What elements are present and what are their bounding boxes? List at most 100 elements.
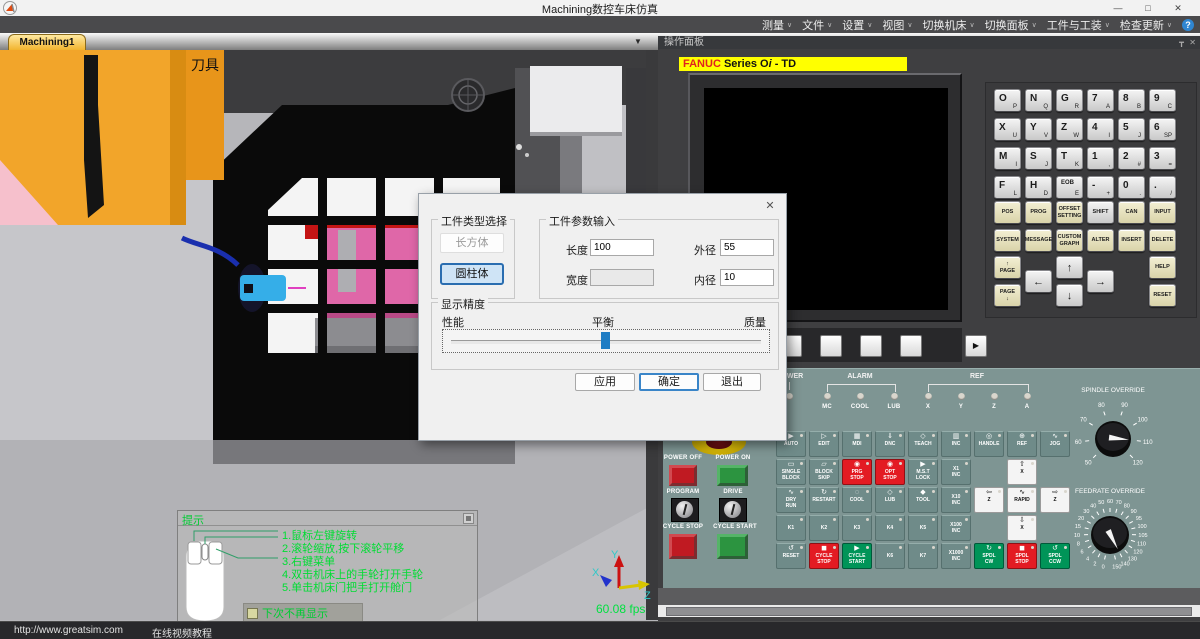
mdi-key-cursor-right[interactable]: → — [1087, 270, 1114, 293]
mdi-key-[interactable]: -+ — [1087, 176, 1114, 199]
mdi-key-0[interactable]: 0. — [1118, 176, 1145, 199]
precision-slider[interactable] — [442, 329, 770, 353]
softkey-button[interactable] — [820, 335, 842, 357]
cycle-start-button[interactable] — [717, 534, 748, 559]
mdi-key-3[interactable]: 3= — [1149, 147, 1176, 170]
mdi-key-[interactable]: ./ — [1149, 176, 1176, 199]
mdi-key-pos[interactable]: POS — [994, 201, 1021, 224]
mdi-key-eob[interactable]: EOBE — [1056, 176, 1083, 199]
hint-dont-show-row[interactable]: 下次不再显示 — [243, 603, 363, 623]
machine-key-cool[interactable]: ◌COOL — [842, 487, 872, 513]
machine-key-k5[interactable]: K5 — [908, 515, 938, 541]
softkey-button[interactable] — [900, 335, 922, 357]
menu-item-[interactable]: 文件∨ — [797, 17, 837, 33]
mdi-key-reset[interactable]: RESET — [1149, 284, 1176, 307]
machine-key-block-skip[interactable]: ▱BLOCKSKIP — [809, 459, 839, 485]
machine-key-spdl-cw[interactable]: ↻SPDLCW — [974, 543, 1004, 569]
machine-key-cycle-stop[interactable]: ◼CYCLESTOP — [809, 543, 839, 569]
machine-key-x[interactable]: ⇧X — [1007, 459, 1037, 485]
mdi-key-n[interactable]: NQ — [1025, 89, 1052, 112]
inner-diameter-input[interactable] — [720, 269, 774, 286]
machine-key-single-block[interactable]: ▭SINGLEBLOCK — [776, 459, 806, 485]
maximize-icon[interactable]: □ — [1134, 0, 1162, 16]
drive-key-switch[interactable] — [719, 498, 747, 522]
mdi-key-7[interactable]: 7A — [1087, 89, 1114, 112]
menu-item-[interactable]: 视图∨ — [877, 17, 917, 33]
mdi-key-8[interactable]: 8B — [1118, 89, 1145, 112]
mdi-key-z[interactable]: ZW — [1056, 118, 1083, 141]
outer-diameter-input[interactable] — [720, 239, 774, 256]
mdi-key-alter[interactable]: ALTER — [1087, 229, 1114, 252]
menu-item-[interactable]: 切换机床∨ — [918, 17, 980, 33]
mdi-key-6[interactable]: 6SP — [1149, 118, 1176, 141]
slider-thumb[interactable] — [601, 332, 610, 349]
softkey-button[interactable] — [860, 335, 882, 357]
mdi-key-page-up[interactable]: ↑PAGE — [994, 256, 1021, 279]
panel-hscrollbar[interactable] — [658, 605, 1200, 617]
mdi-key-s[interactable]: SJ — [1025, 147, 1052, 170]
machine-key-x[interactable]: ⇩X — [1007, 515, 1037, 541]
machine-key-restart[interactable]: ↻RESTART — [809, 487, 839, 513]
machine-key-tool[interactable]: ◆TOOL — [908, 487, 938, 513]
mdi-key-h[interactable]: HD — [1025, 176, 1052, 199]
machine-key-k4[interactable]: K4 — [875, 515, 905, 541]
mdi-key-5[interactable]: 5J — [1118, 118, 1145, 141]
viewport-dropdown-icon[interactable]: ▼ — [630, 36, 646, 48]
checkbox-icon[interactable] — [247, 608, 258, 619]
machine-key-x1-inc[interactable]: X1INC — [941, 459, 971, 485]
status-video-link[interactable]: 在线视频教程 — [152, 625, 212, 639]
mdi-key-x[interactable]: XU — [994, 118, 1021, 141]
machine-key-x1000-inc[interactable]: X1000INC — [941, 543, 971, 569]
menu-item-[interactable]: 切换面板∨ — [980, 17, 1042, 33]
machine-key-inc[interactable]: ▥INC — [941, 431, 971, 457]
mdi-key-cursor-left[interactable]: ← — [1025, 270, 1052, 293]
machine-key-k1[interactable]: K1 — [776, 515, 806, 541]
mdi-key-shift[interactable]: SHIFT — [1087, 201, 1114, 224]
mdi-key-help[interactable]: HELP — [1149, 256, 1176, 279]
mdi-key-prog[interactable]: PROG — [1025, 201, 1052, 224]
menu-item-[interactable]: 设置∨ — [837, 17, 877, 33]
panel-close-icon[interactable]: ✕ — [1189, 36, 1196, 49]
menu-item-[interactable]: 测量∨ — [757, 17, 797, 33]
mdi-key-m[interactable]: MI — [994, 147, 1021, 170]
machine-key-lub[interactable]: ◇LUB — [875, 487, 905, 513]
mdi-key-2[interactable]: 2# — [1118, 147, 1145, 170]
machine-key-k2[interactable]: K2 — [809, 515, 839, 541]
machine-key-handle[interactable]: ◎HANDLE — [974, 431, 1004, 457]
handwheel-icon[interactable] — [452, 79, 484, 111]
apply-button[interactable]: 应用 — [575, 373, 635, 391]
machine-key-rapid[interactable]: ∿RAPID — [1007, 487, 1037, 513]
machine-key-opt-stop[interactable]: ◉OPTSTOP — [875, 459, 905, 485]
machine-key-mdi[interactable]: ▦MDI — [842, 431, 872, 457]
machine-key-k7[interactable]: K7 — [908, 543, 938, 569]
machine-key-k3[interactable]: K3 — [842, 515, 872, 541]
menu-item-[interactable]: 检查更新∨ — [1115, 17, 1177, 33]
dialog-close-icon[interactable]: ✕ — [759, 198, 781, 214]
mdi-key-1[interactable]: 1, — [1087, 147, 1114, 170]
mdi-key-y[interactable]: YV — [1025, 118, 1052, 141]
machine-key-reset[interactable]: ↺RESET — [776, 543, 806, 569]
box-type-button[interactable]: 长方体 — [440, 233, 504, 253]
mdi-key-t[interactable]: TK — [1056, 147, 1083, 170]
machine-key-z[interactable]: ⇦Z — [974, 487, 1004, 513]
length-input[interactable] — [590, 239, 654, 256]
machine-key-spdl-stop[interactable]: ◼SPDLSTOP — [1007, 543, 1037, 569]
machine-key-m-s-t-lock[interactable]: ▶M.S.TLOCK — [908, 459, 938, 485]
power-off-button[interactable] — [669, 465, 697, 486]
mdi-key-g[interactable]: GR — [1056, 89, 1083, 112]
machine-key-teach[interactable]: ◇TEACH — [908, 431, 938, 457]
mdi-key-cursor-up[interactable]: ↑ — [1056, 256, 1083, 279]
status-url[interactable]: http://www.greatsim.com — [14, 625, 123, 636]
machine-key-ref[interactable]: ⊕REF — [1007, 431, 1037, 457]
mdi-key-can[interactable]: CAN — [1118, 201, 1145, 224]
softkey-next-icon[interactable]: ▶ — [965, 335, 987, 357]
mdi-key-4[interactable]: 4I — [1087, 118, 1114, 141]
mdi-key-custom-graph[interactable]: CUSTOMGRAPH — [1056, 229, 1083, 252]
ok-button[interactable]: 确定 — [639, 373, 699, 391]
mdi-key-delete[interactable]: DELETE — [1149, 229, 1176, 252]
machine-key-dry-run[interactable]: ∿DRYRUN — [776, 487, 806, 513]
mdi-key-cursor-down[interactable]: ↓ — [1056, 284, 1083, 307]
mdi-key-o[interactable]: OP — [994, 89, 1021, 112]
machine-key-edit[interactable]: ▷EDIT — [809, 431, 839, 457]
hscroll-thumb[interactable] — [666, 607, 1192, 616]
